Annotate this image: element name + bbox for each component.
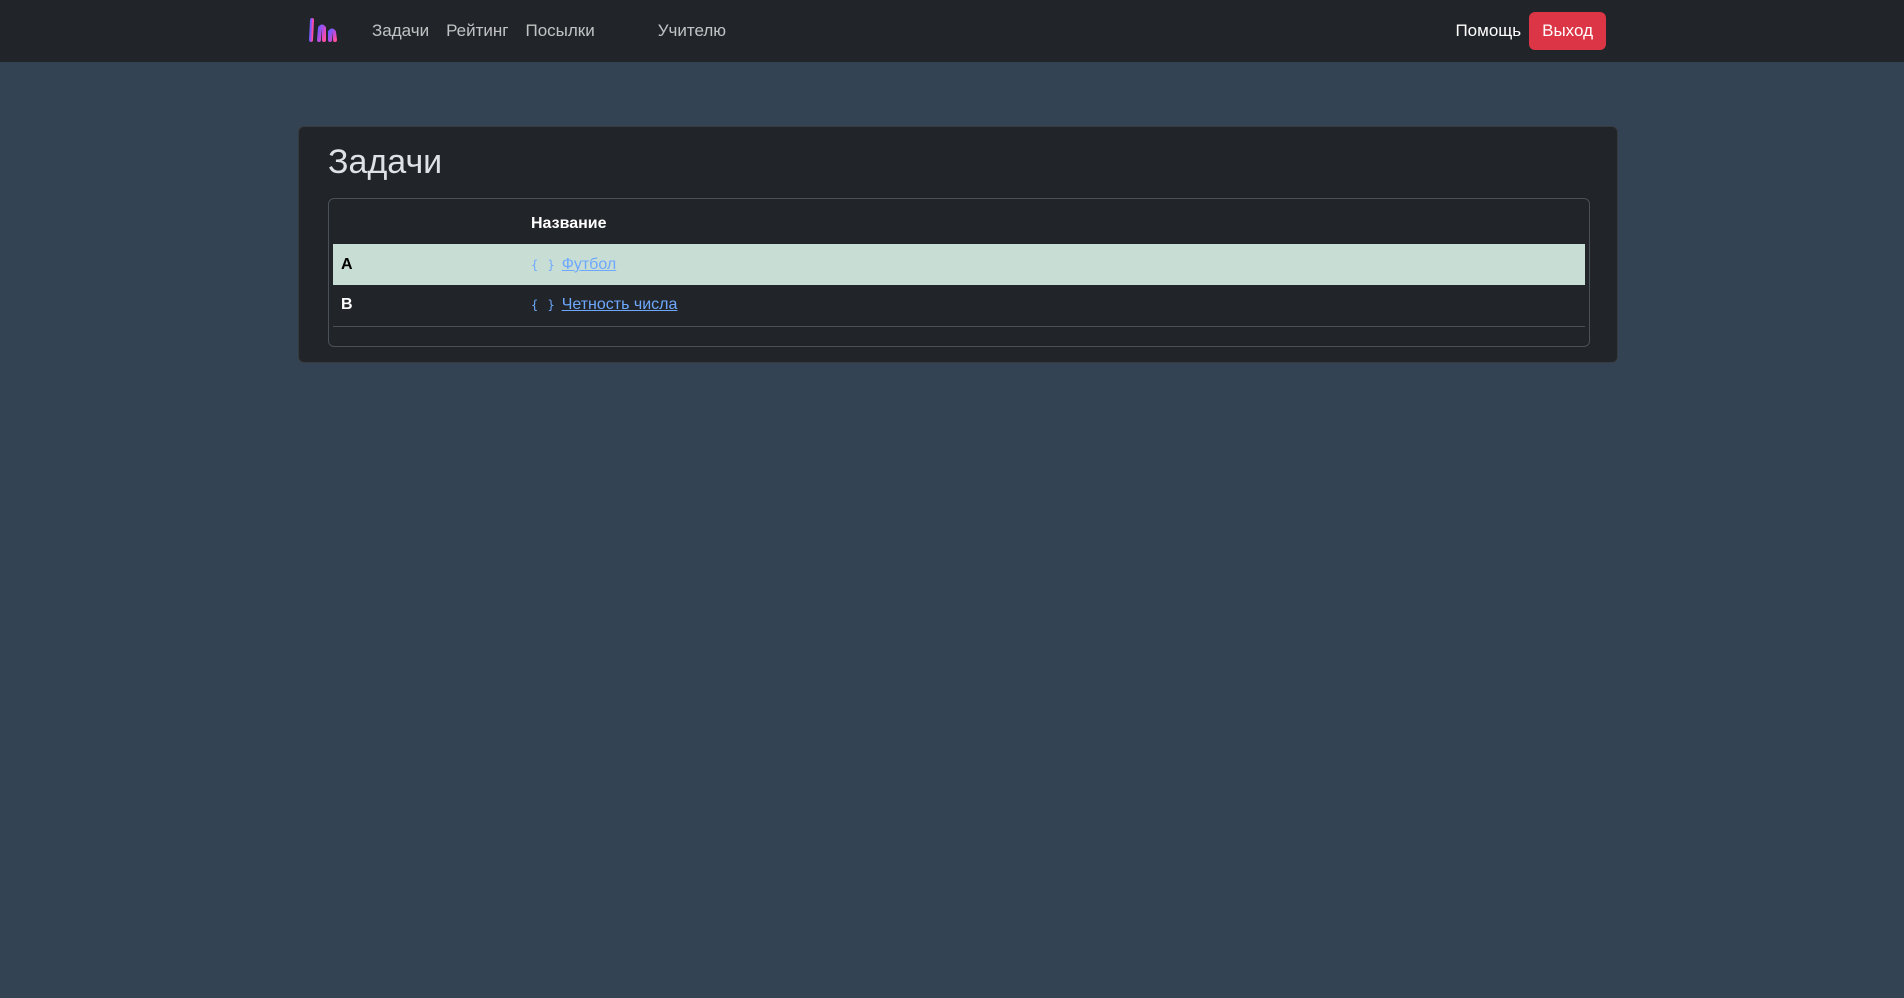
- tasks-card: Задачи Название A { } Футбол B {} Четно…: [298, 126, 1618, 363]
- tasks-table-wrapper: Название A { } Футбол B { } Четность числа: [328, 198, 1590, 347]
- code-braces-icon: { }: [531, 298, 556, 313]
- table-header-row: Название: [333, 203, 1585, 244]
- top-navbar: Задачи Рейтинг Посылки Учителю Помощь Вы…: [0, 0, 1904, 62]
- column-header-letter: [333, 203, 523, 244]
- nav-link-teacher[interactable]: Учителю: [658, 21, 726, 41]
- table-row: B { } Четность числа: [333, 285, 1585, 327]
- nav-link-rating[interactable]: Рейтинг: [446, 21, 508, 41]
- task-letter: B: [333, 285, 523, 327]
- task-name-cell: { } Четность числа: [523, 285, 1585, 327]
- nav-right: Помощь Выход: [1455, 12, 1606, 50]
- task-link-parity[interactable]: Четность числа: [562, 296, 678, 313]
- code-braces-icon: { }: [531, 257, 556, 272]
- table-row: A { } Футбол: [333, 244, 1585, 285]
- help-link[interactable]: Помощь: [1455, 21, 1521, 41]
- column-header-name: Название: [531, 214, 607, 232]
- task-link-football[interactable]: Футбол: [562, 256, 617, 273]
- nav-link-tasks[interactable]: Задачи: [372, 21, 429, 41]
- brand-logo-icon[interactable]: [308, 16, 340, 44]
- page-title: Задачи: [328, 143, 443, 181]
- nav-links: Задачи Рейтинг Посылки Учителю: [372, 0, 743, 62]
- task-letter: A: [333, 244, 523, 285]
- task-name-cell: { } Футбол: [523, 244, 1585, 285]
- logout-button[interactable]: Выход: [1529, 12, 1606, 50]
- nav-link-submissions[interactable]: Посылки: [526, 21, 595, 41]
- tasks-table: Название A { } Футбол B { } Четность числа: [333, 203, 1585, 327]
